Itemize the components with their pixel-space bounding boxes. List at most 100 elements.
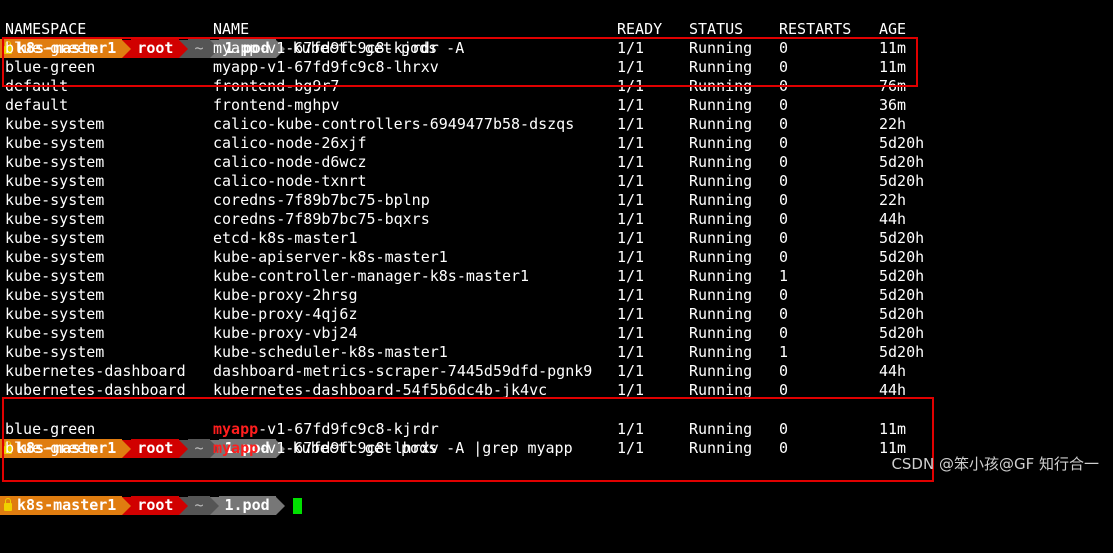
cell-ready: 1/1: [617, 210, 645, 228]
cell-namespace: kube-system: [5, 305, 105, 323]
cell-ready: 1/1: [617, 305, 645, 323]
cell-name: frontend-mghpv: [213, 96, 340, 114]
cell-restarts: 0: [779, 172, 789, 190]
cell-status: Running: [689, 210, 753, 228]
cell-restarts: 1: [779, 343, 789, 361]
cell-status: Running: [689, 115, 753, 133]
cell-status: Running: [689, 172, 753, 190]
cell-name: calico-node-txnrt: [213, 172, 367, 190]
cell-name: calico-node-26xjf: [213, 134, 367, 152]
cell-age: 5d20h: [879, 248, 925, 266]
cell-namespace: kube-system: [5, 286, 105, 304]
table-row: kube-system kube-proxy-2hrsg 1/1 Running 0 5d…: [0, 286, 1113, 305]
prompt-user: root: [131, 496, 180, 515]
table-row: default frontend-mghpv 1/1 Running 0 36m: [0, 96, 1113, 115]
cell-restarts: 0: [779, 96, 789, 114]
highlight-box: [2, 37, 918, 87]
highlight-box: [2, 397, 934, 482]
cell-restarts: 0: [779, 229, 789, 247]
cell-age: 36m: [879, 96, 907, 114]
cell-age: 5d20h: [879, 172, 925, 190]
terminal-window[interactable]: k8s-master1 root ~1.pod kubectl get pods -…: [0, 0, 1113, 515]
table-row: kube-system coredns-7f89b7bc75-bqxrs 1/1 Ru…: [0, 210, 1113, 229]
cell-age: 44h: [879, 210, 907, 228]
cell-status: Running: [689, 305, 753, 323]
cell-name: dashboard-metrics-scraper-7445d59dfd-pgn…: [213, 362, 593, 380]
cell-ready: 1/1: [617, 172, 645, 190]
cell-namespace: default: [5, 96, 69, 114]
cell-restarts: 0: [779, 191, 789, 209]
cell-restarts: 0: [779, 248, 789, 266]
cell-name: kube-proxy-vbj24: [213, 324, 358, 342]
cell-status: Running: [689, 324, 753, 342]
cell-namespace: kube-system: [5, 343, 105, 361]
table-row: kube-system calico-kube-controllers-69494…: [0, 115, 1113, 134]
cell-name: kube-proxy-2hrsg: [213, 286, 358, 304]
prompt-line-1: k8s-master1 root ~1.pod kubectl get pods -…: [0, 1, 1113, 58]
cell-age: 5d20h: [879, 343, 925, 361]
cell-restarts: 0: [779, 115, 789, 133]
cell-age: 22h: [879, 191, 907, 209]
prompt-dir: 1.pod: [218, 496, 276, 515]
cell-ready: 1/1: [617, 324, 645, 342]
cell-ready: 1/1: [617, 115, 645, 133]
table-row: kube-system kube-controller-manager-k8s-m…: [0, 267, 1113, 286]
cell-age: 44h: [879, 362, 907, 380]
cell-name: kube-scheduler-k8s-master1: [213, 343, 448, 361]
cell-ready: 1/1: [617, 134, 645, 152]
cell-name: etcd-k8s-master1: [213, 229, 358, 247]
cell-namespace: kube-system: [5, 210, 105, 228]
cell-ready: 1/1: [617, 191, 645, 209]
cell-age: 5d20h: [879, 267, 925, 285]
table-row: kube-system calico-node-txnrt 1/1 Running 0 5…: [0, 172, 1113, 191]
cell-name: kube-apiserver-k8s-master1: [213, 248, 448, 266]
cell-status: Running: [689, 134, 753, 152]
table-row: kubernetes-dashboard dashboard-metrics-sc…: [0, 362, 1113, 381]
table-row: kube-system kube-apiserver-k8s-master1 1/1…: [0, 248, 1113, 267]
cell-namespace: kube-system: [5, 172, 105, 190]
cell-ready: 1/1: [617, 229, 645, 247]
table-row: kube-system calico-node-d6wcz 1/1 Running 0 5…: [0, 153, 1113, 172]
cell-restarts: 0: [779, 305, 789, 323]
cell-status: Running: [689, 343, 753, 361]
cell-age: 5d20h: [879, 153, 925, 171]
cell-ready: 1/1: [617, 153, 645, 171]
powerline-arrow-icon: [179, 496, 189, 515]
table-row: kube-system coredns-7f89b7bc75-bplnp 1/1 Ru…: [0, 191, 1113, 210]
cell-age: 5d20h: [879, 324, 925, 342]
cell-status: Running: [689, 229, 753, 247]
cell-ready: 1/1: [617, 267, 645, 285]
cell-age: 5d20h: [879, 229, 925, 247]
cell-age: 22h: [879, 115, 907, 133]
cell-namespace: kube-system: [5, 229, 105, 247]
cell-namespace: kubernetes-dashboard: [5, 362, 186, 380]
cell-name: kube-proxy-4qj6z: [213, 305, 358, 323]
cell-status: Running: [689, 96, 753, 114]
prompt-home: ~: [188, 496, 210, 515]
cell-namespace: kube-system: [5, 191, 105, 209]
cell-ready: 1/1: [617, 286, 645, 304]
table-row: kube-system kube-proxy-4qj6z 1/1 Running 0 5d…: [0, 305, 1113, 324]
cell-name: calico-kube-controllers-6949477b58-dszqs: [213, 115, 575, 133]
cell-restarts: 0: [779, 134, 789, 152]
cell-namespace: kube-system: [5, 324, 105, 342]
cell-status: Running: [689, 248, 753, 266]
table-row: kube-system kube-scheduler-k8s-master1 1/1…: [0, 343, 1113, 362]
powerline-arrow-icon: [209, 496, 219, 515]
cell-name: calico-node-d6wcz: [213, 153, 367, 171]
table-row: kube-system etcd-k8s-master1 1/1 Running 0 5d…: [0, 229, 1113, 248]
cell-name: coredns-7f89b7bc75-bqxrs: [213, 210, 430, 228]
cell-namespace: kube-system: [5, 248, 105, 266]
terminal-cursor[interactable]: [292, 497, 302, 514]
cell-name: kube-controller-manager-k8s-master1: [213, 267, 530, 285]
cell-ready: 1/1: [617, 248, 645, 266]
cell-status: Running: [689, 286, 753, 304]
cell-age: 5d20h: [879, 134, 925, 152]
cell-ready: 1/1: [617, 343, 645, 361]
cell-namespace: kube-system: [5, 115, 105, 133]
cell-status: Running: [689, 153, 753, 171]
cell-age: 5d20h: [879, 286, 925, 304]
cell-status: Running: [689, 267, 753, 285]
cell-ready: 1/1: [617, 362, 645, 380]
lock-icon: [4, 498, 12, 511]
